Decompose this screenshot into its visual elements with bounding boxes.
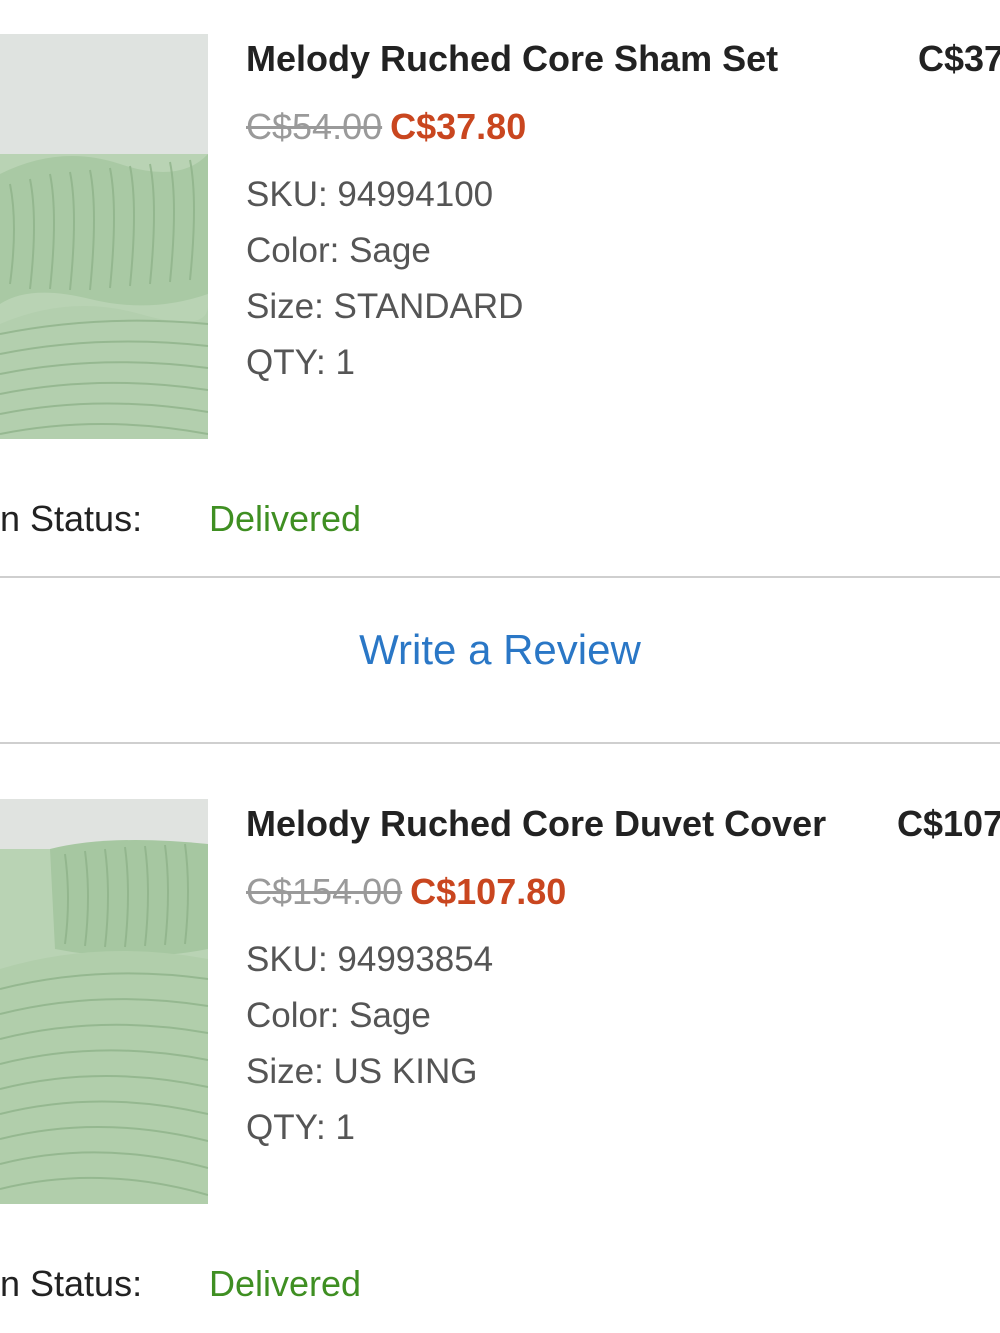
- color: Color: Sage: [246, 996, 431, 1035]
- status-label: n Status:: [0, 498, 143, 539]
- status-value: Delivered: [209, 1263, 362, 1304]
- sku: SKU: 94994100: [246, 175, 494, 214]
- write-review-link[interactable]: Write a Review: [0, 626, 1000, 674]
- line-total: C$37: [918, 38, 1000, 79]
- product-photo-icon: [0, 34, 208, 439]
- status-value: Delivered: [209, 498, 362, 539]
- color: Color: Sage: [246, 231, 431, 270]
- product-title[interactable]: Melody Ruched Core Sham Set: [246, 38, 778, 80]
- divider: [0, 576, 1000, 578]
- sale-price: C$37.80: [390, 106, 527, 147]
- product-thumbnail[interactable]: [0, 799, 208, 1204]
- product-photo-icon: [0, 799, 208, 1204]
- original-price: C$154.00: [246, 871, 403, 912]
- status-label: n Status:: [0, 1263, 143, 1304]
- price-row: C$54.00 C$37.80: [246, 106, 526, 148]
- price-row: C$154.00 C$107.80: [246, 871, 566, 913]
- quantity: QTY: 1: [246, 1108, 355, 1147]
- divider: [0, 742, 1000, 744]
- quantity: QTY: 1: [246, 343, 355, 382]
- size: Size: STANDARD: [246, 287, 524, 326]
- product-title[interactable]: Melody Ruched Core Duvet Cover: [246, 803, 826, 845]
- original-price: C$54.00: [246, 106, 383, 147]
- size: Size: US KING: [246, 1052, 478, 1091]
- product-thumbnail[interactable]: [0, 34, 208, 439]
- line-total: C$107: [897, 803, 1000, 844]
- sku: SKU: 94993854: [246, 940, 494, 979]
- sale-price: C$107.80: [410, 871, 567, 912]
